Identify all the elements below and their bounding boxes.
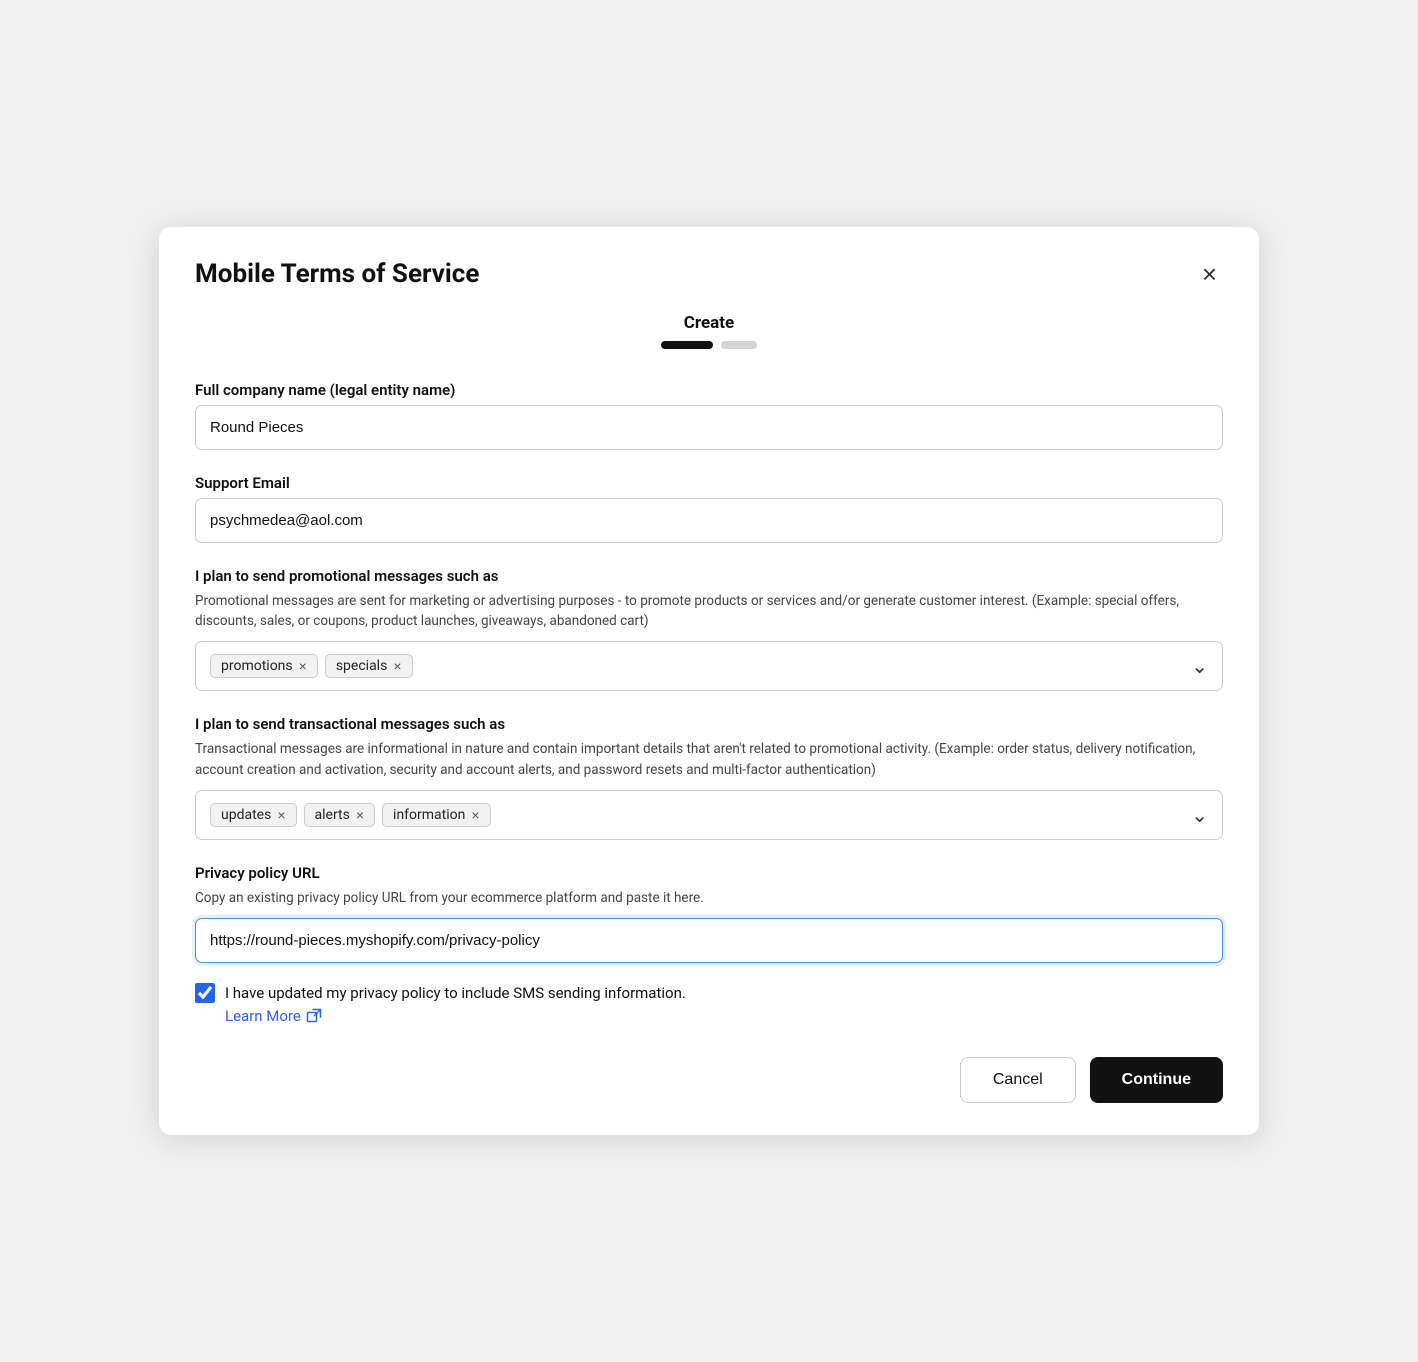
promotional-section: I plan to send promotional messages such… <box>195 567 1223 692</box>
tag-alerts-remove[interactable]: × <box>356 808 364 822</box>
stepper: Create <box>195 313 1223 349</box>
checkbox-row: I have updated my privacy policy to incl… <box>195 983 1223 1003</box>
stepper-dot-1 <box>661 341 713 349</box>
tag-alerts-label: alerts <box>315 807 350 823</box>
promotional-description: Promotional messages are sent for market… <box>195 591 1223 632</box>
promotional-tags-dropdown[interactable]: promotions × specials × ⌄ <box>195 641 1223 691</box>
tag-specials-remove[interactable]: × <box>393 659 401 673</box>
tag-promotions-remove[interactable]: × <box>299 659 307 673</box>
tag-promotions: promotions × <box>210 654 318 678</box>
modal-container: Mobile Terms of Service × Create Full co… <box>159 227 1259 1135</box>
modal-title: Mobile Terms of Service <box>195 259 479 289</box>
transactional-tags-dropdown[interactable]: updates × alerts × information × ⌄ <box>195 790 1223 840</box>
continue-button[interactable]: Continue <box>1090 1057 1223 1103</box>
privacy-checkbox-section: I have updated my privacy policy to incl… <box>195 983 1223 1025</box>
privacy-policy-description: Copy an existing privacy policy URL from… <box>195 888 1223 908</box>
privacy-checkbox[interactable] <box>195 983 215 1003</box>
privacy-policy-section: Privacy policy URL Copy an existing priv… <box>195 864 1223 963</box>
learn-more-link[interactable]: Learn More <box>225 1007 1223 1025</box>
support-email-label: Support Email <box>195 474 1223 492</box>
transactional-description: Transactional messages are informational… <box>195 739 1223 780</box>
stepper-dots <box>661 341 757 349</box>
support-email-section: Support Email <box>195 474 1223 543</box>
tag-information-label: information <box>393 807 465 823</box>
tag-specials-label: specials <box>336 658 388 674</box>
company-name-section: Full company name (legal entity name) <box>195 381 1223 450</box>
company-name-label: Full company name (legal entity name) <box>195 381 1223 399</box>
privacy-policy-input[interactable] <box>195 918 1223 963</box>
privacy-policy-label: Privacy policy URL <box>195 864 1223 882</box>
tag-information-remove[interactable]: × <box>471 808 479 822</box>
promotional-label: I plan to send promotional messages such… <box>195 567 1223 585</box>
tag-alerts: alerts × <box>304 803 376 827</box>
company-name-input[interactable] <box>195 405 1223 450</box>
stepper-dot-2 <box>721 341 757 349</box>
modal-header: Mobile Terms of Service × <box>195 259 1223 289</box>
cancel-button[interactable]: Cancel <box>960 1057 1076 1103</box>
transactional-chevron-icon: ⌄ <box>1191 803 1208 827</box>
stepper-label: Create <box>684 313 734 333</box>
support-email-input[interactable] <box>195 498 1223 543</box>
transactional-section: I plan to send transactional messages su… <box>195 715 1223 840</box>
checkbox-label: I have updated my privacy policy to incl… <box>225 984 686 1002</box>
tag-updates-label: updates <box>221 807 271 823</box>
learn-more-label: Learn More <box>225 1007 301 1025</box>
transactional-label: I plan to send transactional messages su… <box>195 715 1223 733</box>
tag-information: information × <box>382 803 491 827</box>
tag-promotions-label: promotions <box>221 658 293 674</box>
close-button[interactable]: × <box>1196 259 1223 289</box>
tag-updates-remove[interactable]: × <box>277 808 285 822</box>
tag-updates: updates × <box>210 803 297 827</box>
footer-buttons: Cancel Continue <box>195 1057 1223 1103</box>
promotional-chevron-icon: ⌄ <box>1191 654 1208 678</box>
external-link-icon <box>306 1008 322 1024</box>
tag-specials: specials × <box>325 654 413 678</box>
